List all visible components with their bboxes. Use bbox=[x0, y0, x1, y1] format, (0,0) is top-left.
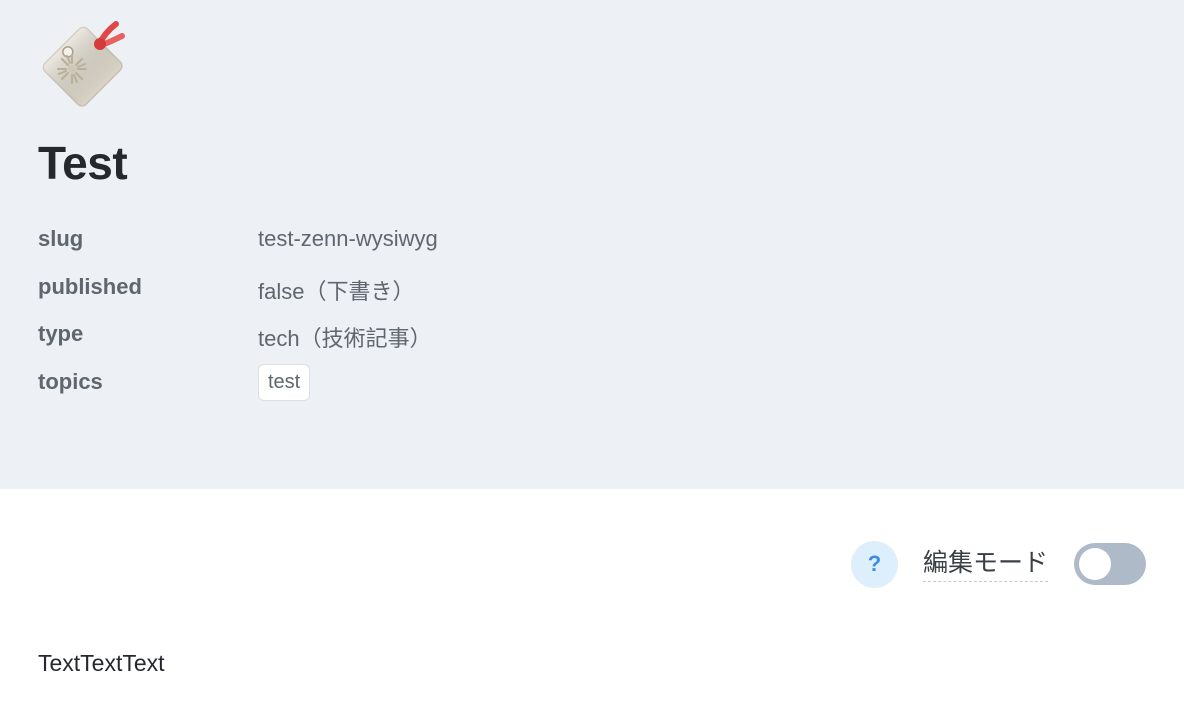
meta-key: type bbox=[38, 321, 84, 346]
meta-key: slug bbox=[38, 226, 84, 251]
article-header: Test slug test-zenn-wysiwyg published fa… bbox=[0, 0, 1184, 489]
toggle-knob bbox=[1079, 548, 1111, 580]
article-title: Test bbox=[38, 137, 128, 189]
help-button[interactable]: ? bbox=[850, 540, 898, 588]
meta-value: tech（技術記事） bbox=[258, 326, 432, 351]
topic-tag[interactable]: test bbox=[258, 364, 311, 401]
meta-value: false（下書き） bbox=[258, 278, 415, 304]
tag-label-icon bbox=[36, 16, 128, 108]
edit-mode-toggle[interactable] bbox=[1074, 543, 1146, 585]
article-body-text[interactable]: TextTextText bbox=[38, 648, 165, 678]
meta-value: test-zenn-wysiwyg bbox=[258, 226, 438, 251]
edit-mode-label: 編集モード bbox=[922, 547, 1048, 582]
editor-toolbar: ? 編集モード bbox=[850, 540, 1146, 588]
meta-key: topics bbox=[38, 368, 103, 394]
meta-key: published bbox=[38, 273, 142, 299]
